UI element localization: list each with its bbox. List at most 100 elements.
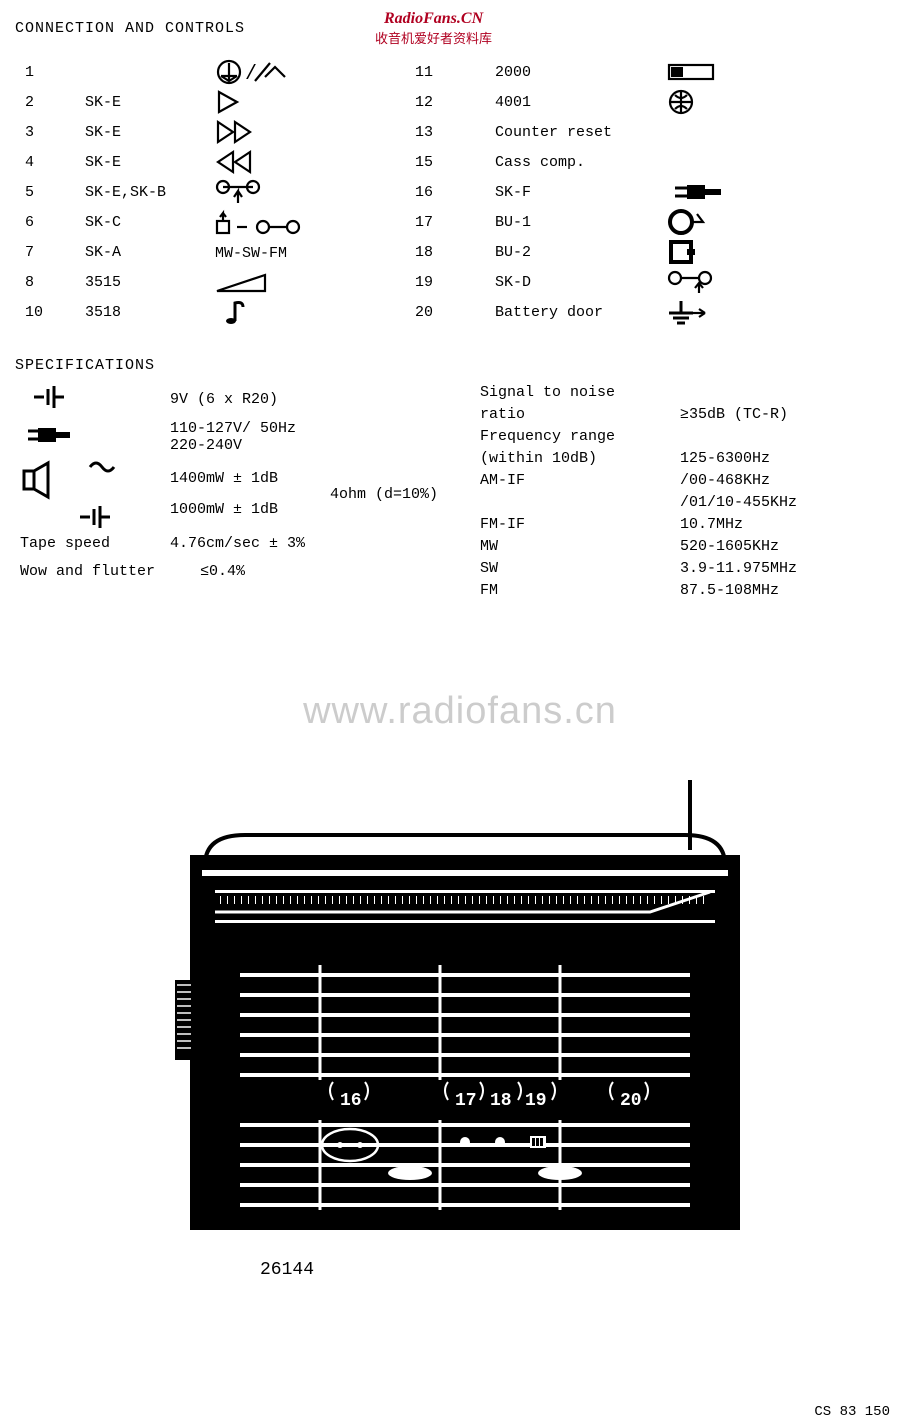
control-code: Battery door (495, 297, 665, 327)
control-symbol-jack-icon (665, 87, 775, 117)
control-code: Counter reset (495, 117, 665, 147)
control-code: SK-E (85, 87, 215, 117)
control-symbol-square-socket-icon (665, 237, 775, 267)
watermark: www.radiofans.cn (0, 690, 920, 733)
spec-label: (within 10dB) (480, 450, 680, 472)
svg-text:/: / (245, 63, 257, 86)
callout-18: 18 (490, 1091, 512, 1111)
section-title-specs: SPECIFICATIONS (15, 357, 905, 374)
control-symbol-play-icon (215, 87, 415, 117)
control-symbol-tape-socket-icon (665, 267, 775, 297)
battery-icon (20, 384, 170, 415)
control-num: 8 (25, 267, 85, 297)
spec-value: 520-1605KHz (680, 538, 880, 560)
spec-label: FM-IF (480, 516, 680, 538)
spec-value: /00-468KHz (680, 472, 880, 494)
callout-17: 17 (455, 1091, 477, 1111)
svg-text:MW-SW-FM: MW-SW-FM (215, 245, 287, 262)
control-num: 17 (415, 207, 495, 237)
specifications: 9V (6 x R20) 110-127V/ 50Hz220-240V 1400m… (20, 384, 905, 604)
mains-plug-icon (20, 422, 170, 453)
spec-label: MW (480, 538, 680, 560)
spec-label (480, 494, 680, 516)
controls-table: 1234567810 SK-ESK-ESK-ESK-E,SK-BSK-CSK-A… (25, 57, 905, 327)
speaker-icon (20, 459, 170, 529)
spec-label: ratio (480, 406, 680, 428)
control-num: 5 (25, 177, 85, 207)
spec-value (680, 384, 880, 406)
control-symbol-volume-icon (215, 267, 415, 297)
spec-value: 10.7MHz (680, 516, 880, 538)
control-symbol-ff-icon (215, 117, 415, 147)
section-title-controls: CONNECTION AND CONTROLS (15, 20, 245, 37)
control-num: 6 (25, 207, 85, 237)
control-num: 1 (25, 57, 85, 87)
control-code: 3518 (85, 297, 215, 327)
control-num: 11 (415, 57, 495, 87)
control-code: 2000 (495, 57, 665, 87)
spec-label: Wow and flutter (20, 563, 200, 580)
spec-value: /01/10-455KHz (680, 494, 880, 516)
control-code: SK-E,SK-B (85, 177, 215, 207)
control-code: BU-2 (495, 237, 665, 267)
control-code: 4001 (495, 87, 665, 117)
control-symbol-switch-icon (665, 57, 775, 87)
callout-20: 20 (620, 1091, 642, 1111)
control-num: 18 (415, 237, 495, 267)
control-num: 10 (25, 297, 85, 327)
spec-label: FM (480, 582, 680, 604)
device-figure: 16 17 18 19 20 (190, 780, 740, 1235)
brand-block: RadioFans.CN 收音机爱好者资料库 (375, 10, 492, 47)
control-code: SK-D (495, 267, 665, 297)
control-num: 3 (25, 117, 85, 147)
control-code: SK-E (85, 117, 215, 147)
spec-label: Signal to noise (480, 384, 680, 406)
spec-value: 4.76cm/sec ± 3% (170, 535, 470, 552)
brand-name: RadioFans.CN (375, 10, 492, 28)
device-model: 26144 (260, 1260, 314, 1280)
control-num: 12 (415, 87, 495, 117)
control-num: 20 (415, 297, 495, 327)
control-code: SK-F (495, 177, 665, 207)
spec-value: 9V (6 x R20) (170, 391, 470, 408)
footer-code: CS 83 150 (814, 1404, 890, 1420)
control-code: SK-A (85, 237, 215, 267)
spec-value: 125-6300Hz (680, 450, 880, 472)
control-num: 7 (25, 237, 85, 267)
control-num: 19 (415, 267, 495, 297)
spec-label: Tape speed (20, 535, 170, 552)
control-num: 13 (415, 117, 495, 147)
control-symbol-none-icon (665, 117, 775, 147)
spec-value: 110-127V/ 50Hz220-240V (170, 420, 470, 454)
brand-subtitle: 收音机爱好者资料库 (375, 28, 492, 47)
control-symbol-rew-icon (215, 147, 415, 177)
control-symbol-ground-icon (665, 297, 775, 327)
callout-19: 19 (525, 1091, 547, 1111)
control-symbol-circle-socket-icon (665, 207, 775, 237)
control-num: 4 (25, 147, 85, 177)
control-code: SK-E (85, 147, 215, 177)
callout-16: 16 (340, 1091, 362, 1111)
control-symbol-pause-icon (215, 177, 415, 207)
control-code: SK-C (85, 207, 215, 237)
control-symbol-plug-icon (665, 177, 775, 207)
control-symbol-tone-icon (215, 297, 415, 327)
control-code: 3515 (85, 267, 215, 297)
spec-value: ≤0.4% (200, 563, 245, 580)
header: CONNECTION AND CONTROLS RadioFans.CN 收音机… (15, 10, 905, 47)
control-code: BU-1 (495, 207, 665, 237)
control-num: 2 (25, 87, 85, 117)
spec-label: SW (480, 560, 680, 582)
spec-value: 87.5-108MHz (680, 582, 880, 604)
spec-value: 3.9-11.975MHz (680, 560, 880, 582)
spec-value: ≥35dB (TC-R) (680, 406, 880, 428)
control-code: Cass comp. (495, 147, 665, 177)
control-symbol-none-icon (665, 147, 775, 177)
control-symbol-record-icon: / (215, 57, 415, 87)
control-num: 16 (415, 177, 495, 207)
spec-value: 1000mW ± 1dB (170, 501, 330, 518)
control-symbol-MW-SW-FM-icon: MW-SW-FM (215, 237, 415, 267)
spec-value (680, 428, 880, 450)
control-symbol-stop-eject-icon (215, 207, 415, 237)
spec-value: 1400mW ± 1dB (170, 470, 330, 487)
